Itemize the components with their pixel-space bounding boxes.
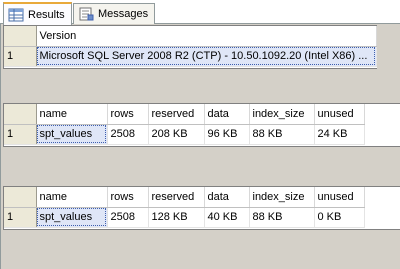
result-grid-spaceused-1[interactable]: name rows reserved data index_size unuse… xyxy=(3,103,400,147)
unused-cell[interactable]: 24 KB xyxy=(314,124,365,145)
version-cell[interactable]: Microsoft SQL Server 2008 R2 (CTP) - 10.… xyxy=(36,46,377,67)
index-size-cell[interactable]: 88 KB xyxy=(249,124,315,145)
rows-cell[interactable]: 2508 xyxy=(107,124,149,145)
table-row[interactable]: 1 spt_values 2508 208 KB 96 KB 88 KB 24 … xyxy=(4,124,365,145)
results-tab-bar: Results Messages xyxy=(0,0,400,25)
reserved-cell[interactable]: 208 KB xyxy=(148,124,205,145)
column-header-reserved[interactable]: reserved xyxy=(148,104,205,125)
name-cell[interactable]: spt_values xyxy=(36,207,108,228)
column-header-unused[interactable]: unused xyxy=(314,104,365,125)
header-row: name rows reserved data index_size unuse… xyxy=(4,104,365,125)
column-header[interactable]: Version xyxy=(36,26,377,47)
unused-cell[interactable]: 0 KB xyxy=(314,207,365,228)
name-cell[interactable]: spt_values xyxy=(36,124,108,145)
tab-messages[interactable]: Messages xyxy=(73,3,156,24)
rows-cell[interactable]: 2508 xyxy=(107,207,149,228)
data-cell[interactable]: 96 KB xyxy=(204,124,250,145)
result-grid-spaceused-2[interactable]: name rows reserved data index_size unuse… xyxy=(3,186,400,230)
result-table: name rows reserved data index_size unuse… xyxy=(4,187,365,228)
data-cell[interactable]: 40 KB xyxy=(204,207,250,228)
column-header-index-size[interactable]: index_size xyxy=(249,187,315,208)
index-size-cell[interactable]: 88 KB xyxy=(249,207,315,228)
row-header-corner xyxy=(4,104,37,125)
column-header-data[interactable]: data xyxy=(204,104,250,125)
column-header-unused[interactable]: unused xyxy=(314,187,365,208)
column-header-reserved[interactable]: reserved xyxy=(148,187,205,208)
header-row: name rows reserved data index_size unuse… xyxy=(4,187,365,208)
reserved-cell[interactable]: 128 KB xyxy=(148,207,205,228)
column-header-name[interactable]: name xyxy=(36,187,108,208)
row-number[interactable]: 1 xyxy=(4,124,37,145)
row-number[interactable]: 1 xyxy=(4,207,37,228)
result-table: name rows reserved data index_size unuse… xyxy=(4,104,365,145)
table-row[interactable]: 1 Microsoft SQL Server 2008 R2 (CTP) - 1… xyxy=(4,46,377,67)
row-header-corner xyxy=(4,26,37,47)
column-header-rows[interactable]: rows xyxy=(107,187,149,208)
row-number[interactable]: 1 xyxy=(4,46,37,67)
grid-icon xyxy=(8,8,24,21)
tab-results-label: Results xyxy=(28,8,65,21)
results-pane: Version 1 Microsoft SQL Server 2008 R2 (… xyxy=(0,24,400,269)
header-row: Version xyxy=(4,26,377,47)
messages-icon xyxy=(79,7,94,21)
column-header-rows[interactable]: rows xyxy=(107,104,149,125)
row-header-corner xyxy=(4,187,37,208)
result-grid-version[interactable]: Version 1 Microsoft SQL Server 2008 R2 (… xyxy=(3,25,377,69)
column-header-data[interactable]: data xyxy=(204,187,250,208)
tab-results[interactable]: Results xyxy=(3,2,72,25)
tab-messages-label: Messages xyxy=(98,8,149,20)
table-row[interactable]: 1 spt_values 2508 128 KB 40 KB 88 KB 0 K… xyxy=(4,207,365,228)
column-header-index-size[interactable]: index_size xyxy=(249,104,315,125)
result-table: Version 1 Microsoft SQL Server 2008 R2 (… xyxy=(4,26,377,67)
column-header-name[interactable]: name xyxy=(36,104,108,125)
